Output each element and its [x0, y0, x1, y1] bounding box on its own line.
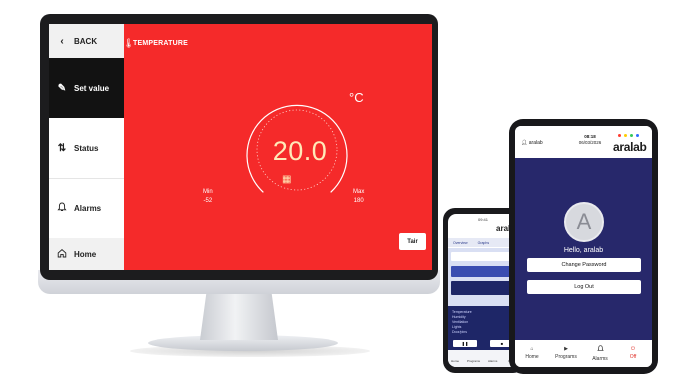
setpoint-value[interactable]: 20.0	[255, 136, 345, 167]
phone-pause-button[interactable]: ❚❚	[453, 340, 477, 347]
play-icon: ▶	[564, 346, 568, 352]
phone-nav-programs[interactable]: Programs	[467, 359, 480, 363]
status-dot-red	[618, 134, 621, 137]
tablet-nav-home[interactable]: ⌂ Home	[517, 345, 547, 361]
change-password-button[interactable]: Change Password	[527, 258, 641, 272]
tare-button[interactable]: Tair	[399, 233, 426, 250]
max-value: 180	[353, 198, 364, 204]
phone-tab-graphs[interactable]: Graphs	[478, 241, 489, 245]
back-label: BACK	[74, 36, 98, 46]
min-value: -52	[203, 198, 213, 204]
climate-chamber-icon: ▦	[282, 174, 292, 185]
sidebar-item-set-value[interactable]: ✎ Set value	[49, 58, 124, 118]
greeting-text: Hello, aralab	[563, 247, 604, 254]
pencil-icon: ✎	[57, 82, 67, 94]
tablet-user-name: aralab	[528, 140, 543, 146]
tablet-brand-logo: aralab	[613, 140, 647, 154]
tablet-nav-label: Off	[629, 354, 637, 360]
phone-program-card[interactable]	[451, 281, 517, 295]
tablet-header: 👤︎ aralab 08:18 06/03/2026 aralab	[515, 126, 652, 158]
tablet-nav-label: Programs	[555, 354, 577, 360]
bell-icon	[585, 345, 615, 355]
bell-icon	[55, 202, 69, 215]
tablet-user[interactable]: 👤︎ aralab	[521, 140, 543, 146]
logout-button[interactable]: Log Out	[527, 280, 641, 294]
phone-tab-overview[interactable]: Overview	[453, 241, 468, 245]
sidebar-item-alarms[interactable]: Alarms	[49, 178, 124, 239]
min-label: Min	[203, 189, 213, 195]
sidebar-item-label: Home	[74, 249, 97, 259]
status-dot-yellow	[624, 134, 627, 137]
max-label: Max	[353, 189, 365, 195]
tablet-datetime: 08:18 06/03/2026	[565, 134, 615, 146]
min-range: Min -52	[203, 188, 213, 206]
sort-arrows-icon: ⇅	[57, 142, 67, 154]
max-range: Max 180	[353, 188, 364, 206]
monitor-stand-neck	[200, 294, 278, 340]
phone-field[interactable]	[451, 252, 517, 261]
status-dot-blue	[636, 134, 639, 137]
sidebar: ‹ BACK ✎ Set value ⇅ Status Alarms Home	[49, 24, 124, 270]
sidebar-item-label: Set value	[74, 83, 110, 93]
page-title: TEMPERATURE	[133, 40, 188, 47]
tablet-nav-alarms[interactable]: Alarms	[585, 345, 615, 363]
temperature-unit: °C	[349, 90, 364, 105]
back-button[interactable]: ‹ BACK	[49, 24, 124, 58]
phone-time: 09:41	[478, 217, 489, 222]
home-icon	[55, 248, 69, 261]
chevron-left-icon: ‹	[60, 35, 64, 47]
monitor-screen: ‹ BACK ✎ Set value ⇅ Status Alarms Home …	[49, 24, 432, 270]
power-icon: ⏻	[631, 346, 635, 352]
sidebar-item-label: Status	[74, 143, 99, 153]
sidebar-item-label: Alarms	[74, 203, 102, 213]
tablet-bottom-nav: ⌂ Home ▶ Programs Alarms ⏻ Off	[515, 340, 652, 367]
tablet-nav-off[interactable]: ⏻ Off	[618, 345, 648, 361]
tablet-nav-label: Alarms	[592, 356, 608, 362]
phone-nav-alarms[interactable]: Alarms	[488, 359, 497, 363]
user-icon: 👤︎	[521, 140, 528, 146]
phone-nav-home[interactable]: Home	[451, 359, 459, 363]
phone-readings-list: Temperature Humidity Ventilation Lights …	[452, 310, 472, 335]
sidebar-item-status[interactable]: ⇅ Status	[49, 118, 124, 179]
sidebar-item-home[interactable]: Home	[49, 238, 124, 270]
tablet-screen: 👤︎ aralab 08:18 06/03/2026 aralab A Hell…	[515, 126, 652, 367]
phone-status-bar	[451, 266, 517, 277]
status-dot-green	[630, 134, 633, 137]
phone-row: Door/pins	[452, 330, 467, 334]
avatar: A	[564, 202, 604, 242]
home-icon: ⌂	[530, 346, 534, 352]
tablet-date: 06/03/2026	[578, 140, 602, 145]
tablet-nav-label: Home	[525, 354, 539, 360]
tablet-nav-programs[interactable]: ▶ Programs	[551, 345, 581, 361]
